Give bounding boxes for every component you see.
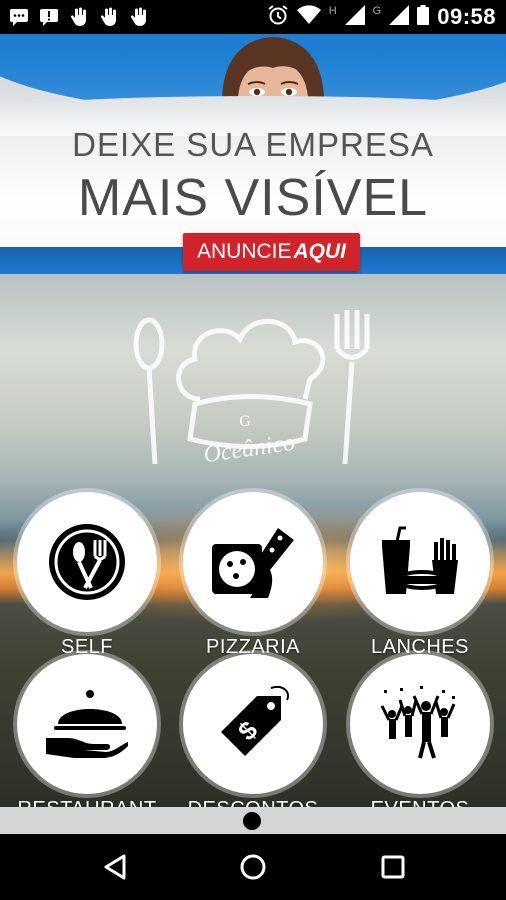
category-descontos[interactable]: $ DESCONTOS — [168, 654, 338, 807]
banner-headline: DEIXE SUA EMPRESA — [72, 126, 434, 163]
network-type-h: H — [328, 5, 337, 17]
wifi-icon — [296, 4, 321, 30]
category-restaurant[interactable]: RESTAURANT — [2, 654, 172, 807]
recents-icon — [381, 855, 405, 879]
message-icon — [8, 7, 30, 27]
category-pizzaria[interactable]: PIZZARIA — [168, 492, 338, 659]
hand-icon — [68, 7, 90, 27]
logo-monogram: G — [239, 413, 251, 430]
advertise-button[interactable]: ANUNCIE AQUI — [183, 233, 360, 271]
network-type-g: G — [372, 5, 382, 17]
page-indicator-bar — [0, 807, 506, 834]
chef-hat-logo-icon: G Oceânico — [133, 310, 370, 469]
hand-icon — [128, 7, 150, 27]
battery-icon — [417, 4, 430, 30]
pizza-icon — [212, 528, 294, 598]
alert-icon — [38, 7, 60, 27]
category-eventos[interactable]: EVENTOS — [335, 654, 505, 807]
status-bar: H G 09:58 — [0, 0, 506, 34]
category-restaurant-button[interactable] — [17, 654, 157, 794]
category-descontos-label: DESCONTOS — [168, 798, 338, 807]
main-content: G Oceânico SELF PIZZARIA LANCHES $ — [0, 274, 506, 807]
category-lanches[interactable]: LANCHES — [335, 492, 505, 659]
clock: 09:58 — [437, 4, 496, 29]
category-restaurant-label: RESTAURANT — [2, 798, 172, 807]
recents-button[interactable] — [376, 852, 410, 882]
logo-text: Oceânico — [202, 430, 297, 469]
home-button[interactable] — [236, 852, 270, 882]
navigation-bar — [0, 834, 506, 900]
ad-banner[interactable]: DEIXE SUA EMPRESA MAIS VISÍVEL ANUNCIE AQ… — [0, 34, 506, 274]
advertise-button-emphasis: AQUI — [293, 240, 347, 263]
price-tag-icon: $ — [221, 686, 289, 756]
category-eventos-label: EVENTOS — [335, 798, 505, 807]
category-self[interactable]: SELF — [2, 492, 172, 659]
category-lanches-button[interactable] — [350, 492, 490, 632]
plate-cutlery-icon — [49, 524, 125, 600]
back-icon — [104, 854, 126, 880]
home-icon — [240, 854, 266, 880]
party-crowd-icon — [380, 686, 456, 759]
back-button[interactable] — [98, 852, 132, 882]
category-descontos-button[interactable]: $ — [183, 654, 323, 794]
banner-subheadline: MAIS VISÍVEL — [77, 169, 429, 227]
category-self-button[interactable] — [17, 492, 157, 632]
category-pizzaria-button[interactable] — [183, 492, 323, 632]
cloche-icon — [46, 690, 128, 758]
signal-icon — [389, 4, 410, 30]
page-indicator-dot — [243, 812, 261, 830]
app-logo: G Oceânico — [125, 304, 375, 474]
hand-icon — [98, 7, 120, 27]
category-eventos-button[interactable] — [350, 654, 490, 794]
advertise-button-label: ANUNCIE — [196, 240, 292, 263]
fast-food-icon — [382, 526, 458, 594]
signal-icon — [344, 4, 365, 30]
alarm-icon — [267, 4, 289, 31]
